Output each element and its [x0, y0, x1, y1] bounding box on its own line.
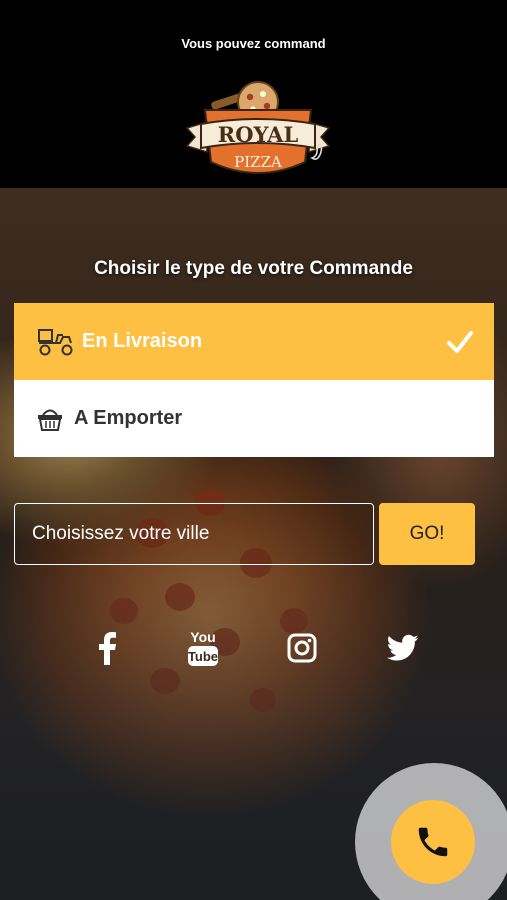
app-header: Vous pouvez command ROYAL PIZZA	[0, 0, 507, 188]
logo-brand-bottom: PIZZA	[234, 153, 282, 171]
logo-brand-top: ROYAL	[218, 122, 299, 147]
option-delivery-label: En Livraison	[82, 330, 203, 352]
youtube-icon[interactable]: You Tube	[186, 628, 220, 668]
phone-icon	[418, 827, 448, 857]
royal-pizza-logo: ROYAL PIZZA	[185, 81, 331, 174]
delivery-scooter-icon	[36, 327, 76, 357]
twitter-icon[interactable]	[386, 628, 420, 668]
youtube-label-top: You	[190, 629, 215, 645]
option-takeaway[interactable]: A Emporter	[14, 380, 494, 457]
order-type-title: Choisir le type de votre Commande	[94, 258, 413, 279]
youtube-label-bottom: Tube	[188, 649, 218, 664]
facebook-icon[interactable]	[92, 628, 122, 668]
call-button[interactable]	[391, 800, 475, 884]
option-takeaway-label: A Emporter	[74, 407, 183, 429]
go-button[interactable]: GO!	[379, 503, 475, 565]
basket-icon	[36, 404, 68, 434]
instagram-icon[interactable]	[286, 628, 318, 668]
option-delivery[interactable]: En Livraison	[14, 303, 494, 380]
checkmark-icon	[447, 331, 473, 353]
city-search-input[interactable]	[14, 503, 374, 565]
marquee-text: Vous pouvez command	[181, 36, 326, 51]
